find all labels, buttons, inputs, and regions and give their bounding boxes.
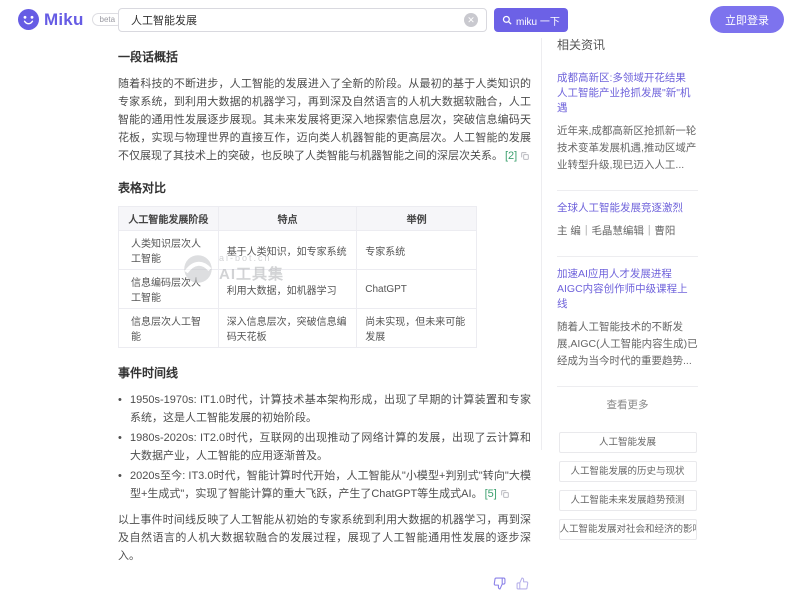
timeline-item-text: 2020s至今: IT3.0时代，智能计算时代开始，人工智能从"小模型+判别式"… — [130, 470, 531, 500]
top-bar: Miku beta ✕ miku 一下 立即登录 — [0, 0, 800, 40]
citation-2-link[interactable]: [2] — [505, 150, 517, 162]
table-row: 信息层次人工智能 深入信息层次，突破信息编码天花板 尚未实现，但未来可能发展 — [119, 309, 477, 348]
table-cell: 利用大数据，如机器学习 — [218, 270, 357, 309]
search-input[interactable] — [119, 14, 464, 26]
news-title-link[interactable]: 加速AI应用人才发展进程 AIGC内容创作师中级课程上线 — [557, 267, 698, 312]
timeline-item: 1980s-2020s: IT2.0时代，互联网的出现推动了网络计算的发展，出现… — [118, 429, 531, 465]
timeline-item: 1950s-1970s: IT1.0时代，计算技术基本架构形成，出现了早期的计算… — [118, 391, 531, 427]
sidebar-divider — [557, 386, 698, 387]
table-cell: ChatGPT — [357, 270, 477, 309]
clear-search-icon[interactable]: ✕ — [464, 13, 478, 27]
news-snippet: 随着人工智能技术的不断发展,AIGC(人工智能内容生成)已经成为当今时代的重要趋… — [557, 319, 698, 370]
column-header: 人工智能发展阶段 — [119, 207, 219, 231]
timeline-heading: 事件时间线 — [118, 364, 531, 381]
miku-search-button[interactable]: miku 一下 — [494, 8, 568, 32]
timeline-item-text: 1980s-2020s: IT2.0时代，互联网的出现推动了网络计算的发展，出现… — [130, 432, 531, 462]
related-news-panel: 相关资讯 成都高新区:多领域开花结果 人工智能产业抢抓发展"新"机遇 近年来,成… — [557, 36, 698, 548]
view-more-button[interactable]: 查看更多 — [557, 397, 698, 412]
answer-panel: 一段话概括 随着科技的不断进步，人工智能的发展进入了全新的阶段。从最初的基于人类… — [118, 40, 531, 590]
search-bar[interactable]: ✕ — [118, 8, 487, 32]
timeline-list: 1950s-1970s: IT1.0时代，计算技术基本架构形成，出现了早期的计算… — [118, 391, 531, 503]
table-cell: 尚未实现，但未来可能发展 — [357, 309, 477, 348]
citation-5-link[interactable]: [5] — [485, 488, 497, 500]
related-search-button[interactable]: 人工智能未来发展趋势预测 — [559, 490, 697, 511]
miku-search-label: miku 一下 — [516, 13, 560, 28]
brand-logo[interactable]: Miku beta — [18, 9, 123, 30]
news-snippet: 主 编｜毛晶慧编辑｜曹阳 — [557, 223, 698, 240]
conclusion-paragraph: 以上事件时间线反映了人工智能从初始的专家系统到利用大数据的机器学习，再到深及自然… — [118, 511, 531, 565]
sidebar-divider — [557, 190, 698, 191]
table-row: 信息编码层次人工智能 利用大数据，如机器学习 ChatGPT — [119, 270, 477, 309]
related-search-button[interactable]: 人工智能发展的历史与现状 — [559, 461, 697, 482]
news-snippet: 近年来,成都高新区抢抓新一轮技术变革发展机遇,推动区域产业转型升级,现已迈入人工… — [557, 123, 698, 174]
related-search-button[interactable]: 人工智能发展对社会和经济的影响 — [559, 519, 697, 540]
timeline-item-text: 1950s-1970s: IT1.0时代，计算技术基本架构形成，出现了早期的计算… — [130, 394, 531, 424]
column-header: 特点 — [218, 207, 357, 231]
comparison-table: 人工智能发展阶段 特点 举例 人类知识层次人工智能 基于人类知识，如专家系统 专… — [118, 206, 477, 348]
summary-text: 随着科技的不断进步，人工智能的发展进入了全新的阶段。从最初的基于人类知识的专家系… — [118, 78, 531, 162]
source-link-icon[interactable] — [521, 152, 529, 160]
table-cell: 信息层次人工智能 — [119, 309, 219, 348]
news-item: 全球人工智能发展竞逐激烈 主 编｜毛晶慧编辑｜曹阳 — [557, 201, 698, 250]
timeline-item: 2020s至今: IT3.0时代，智能计算时代开始，人工智能从"小模型+判别式"… — [118, 467, 531, 503]
table-cell: 专家系统 — [357, 231, 477, 270]
content-sidebar-divider — [541, 38, 542, 450]
news-item: 成都高新区:多领域开花结果 人工智能产业抢抓发展"新"机遇 近年来,成都高新区抢… — [557, 71, 698, 184]
sidebar-divider — [557, 256, 698, 257]
summary-paragraph: 随着科技的不断进步，人工智能的发展进入了全新的阶段。从最初的基于人类知识的专家系… — [118, 75, 531, 165]
table-cell: 人类知识层次人工智能 — [119, 231, 219, 270]
table-heading: 表格对比 — [118, 179, 531, 196]
table-cell: 深入信息层次，突破信息编码天花板 — [218, 309, 357, 348]
table-row: 人类知识层次人工智能 基于人类知识，如专家系统 专家系统 — [119, 231, 477, 270]
thumbs-up-icon[interactable] — [516, 577, 529, 590]
related-news-heading: 相关资讯 — [557, 36, 698, 53]
miku-face-icon — [18, 9, 39, 30]
thumbs-down-icon[interactable] — [493, 577, 506, 590]
column-header: 举例 — [357, 207, 477, 231]
login-button[interactable]: 立即登录 — [710, 6, 784, 33]
news-title-link[interactable]: 成都高新区:多领域开花结果 人工智能产业抢抓发展"新"机遇 — [557, 71, 698, 116]
search-icon — [502, 15, 512, 25]
table-cell: 信息编码层次人工智能 — [119, 270, 219, 309]
news-item: 加速AI应用人才发展进程 AIGC内容创作师中级课程上线 随着人工智能技术的不断… — [557, 267, 698, 380]
source-link-icon[interactable] — [501, 490, 509, 498]
feedback-bar — [118, 577, 531, 590]
brand-name: Miku — [44, 10, 84, 30]
table-cell: 基于人类知识，如专家系统 — [218, 231, 357, 270]
news-title-link[interactable]: 全球人工智能发展竞逐激烈 — [557, 201, 698, 216]
summary-heading: 一段话概括 — [118, 48, 531, 65]
table-header-row: 人工智能发展阶段 特点 举例 — [119, 207, 477, 231]
